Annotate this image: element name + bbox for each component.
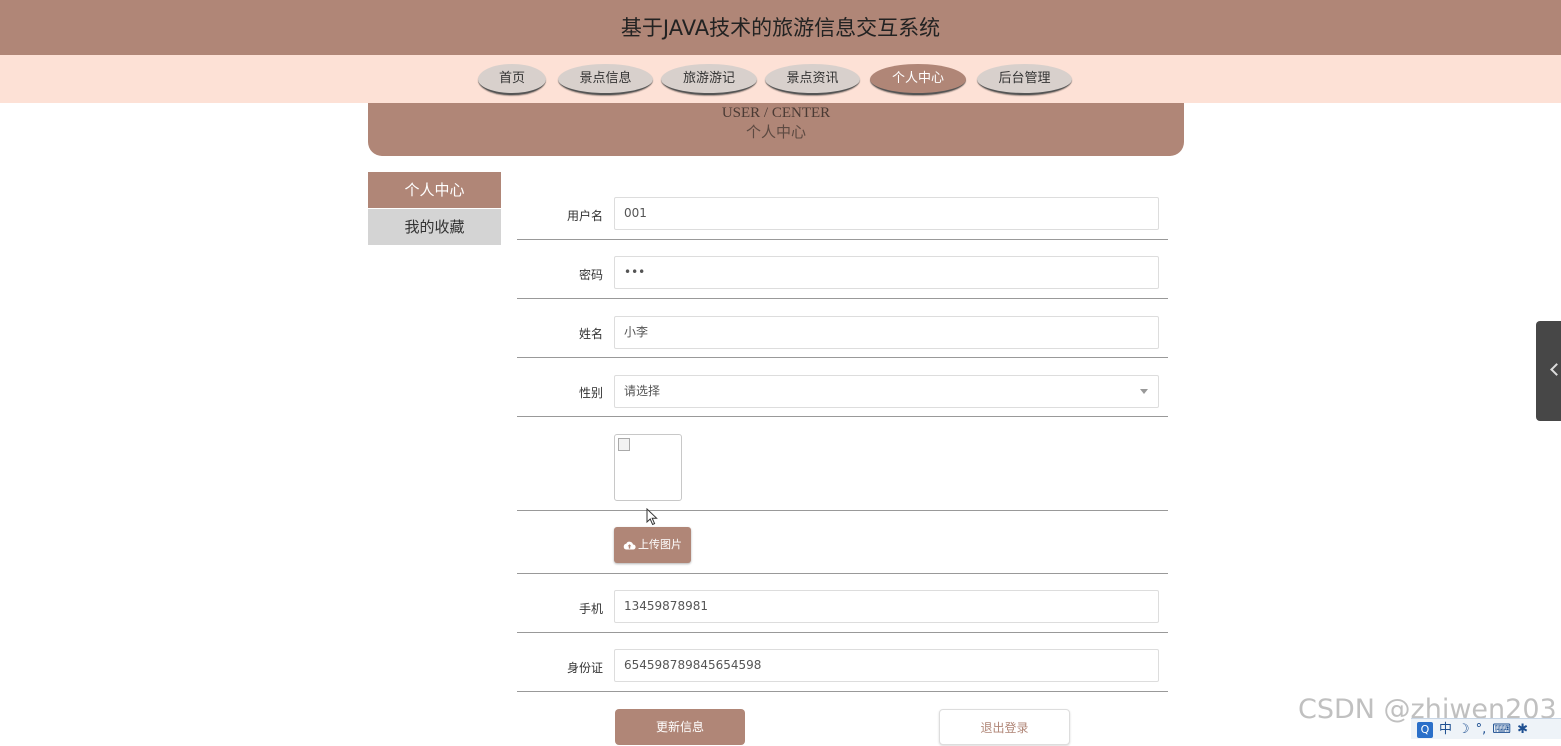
id-card-row: 身份证 654598789845654598 bbox=[517, 633, 1168, 692]
update-info-button[interactable]: 更新信息 bbox=[615, 709, 745, 745]
name-input[interactable]: 小李 bbox=[614, 316, 1159, 349]
logout-button[interactable]: 退出登录 bbox=[939, 709, 1070, 745]
moon-icon[interactable]: ☽ bbox=[1458, 719, 1470, 740]
upload-image-button[interactable]: 上传图片 bbox=[614, 527, 691, 563]
settings-icon[interactable]: ✱ bbox=[1517, 719, 1528, 740]
password-input[interactable]: ••• bbox=[614, 256, 1159, 289]
avatar-row bbox=[517, 417, 1168, 511]
password-label: 密码 bbox=[578, 268, 603, 282]
chevron-down-icon bbox=[1140, 389, 1148, 394]
sidebar-item-personal-center[interactable]: 个人中心 bbox=[368, 172, 501, 208]
nav-item-home[interactable]: 首页 bbox=[478, 64, 546, 95]
id-card-label: 身份证 bbox=[566, 661, 603, 675]
nav-item-admin[interactable]: 后台管理 bbox=[977, 64, 1072, 95]
nav-item-attraction-news[interactable]: 景点资讯 bbox=[765, 64, 860, 95]
username-label: 用户名 bbox=[566, 209, 603, 223]
gender-select-placeholder: 请选择 bbox=[624, 384, 661, 398]
upload-image-label: 上传图片 bbox=[638, 538, 682, 551]
phone-row: 手机 13459878981 bbox=[517, 574, 1168, 633]
gender-label: 性别 bbox=[578, 386, 603, 400]
gender-row: 性别 请选择 bbox=[517, 358, 1168, 417]
banner-title-cn: 个人中心 bbox=[745, 125, 806, 141]
main-nav: 首页 景点信息 旅游游记 景点资讯 个人中心 后台管理 bbox=[0, 55, 1561, 103]
broken-image-icon bbox=[618, 438, 630, 451]
mouse-cursor-icon bbox=[646, 508, 658, 526]
password-row: 密码 ••• bbox=[517, 240, 1168, 299]
chevron-left-icon bbox=[1550, 363, 1561, 376]
id-card-input[interactable]: 654598789845654598 bbox=[614, 649, 1159, 682]
gender-select[interactable]: 请选择 bbox=[614, 375, 1159, 408]
username-row: 用户名 001 bbox=[517, 196, 1168, 240]
punctuation-icon[interactable]: °, bbox=[1476, 719, 1487, 740]
name-row: 姓名 小李 bbox=[517, 299, 1168, 358]
keyboard-icon[interactable]: ⌨ bbox=[1492, 719, 1511, 740]
upload-row: 上传图片 bbox=[517, 511, 1168, 574]
cloud-upload-icon bbox=[623, 541, 636, 550]
sidebar-item-favorites[interactable]: 我的收藏 bbox=[368, 209, 501, 245]
nav-item-attractions[interactable]: 景点信息 bbox=[558, 64, 653, 95]
side-panel-toggle[interactable] bbox=[1536, 321, 1561, 421]
site-title: 基于JAVA技术的旅游信息交互系统 bbox=[620, 16, 941, 40]
section-banner: USER / CENTER 个人中心 bbox=[368, 103, 1184, 156]
username-input[interactable]: 001 bbox=[614, 197, 1159, 230]
phone-input[interactable]: 13459878981 bbox=[614, 590, 1159, 623]
ime-mode-label[interactable]: 中 bbox=[1439, 719, 1452, 740]
system-tray: Q 中 ☽ °, ⌨ ✱ bbox=[1411, 718, 1561, 739]
nav-item-personal-center[interactable]: 个人中心 bbox=[870, 64, 966, 95]
name-label: 姓名 bbox=[578, 327, 603, 341]
nav-item-travel-notes[interactable]: 旅游游记 bbox=[661, 64, 757, 95]
ime-logo-icon[interactable]: Q bbox=[1417, 721, 1433, 738]
top-header: 基于JAVA技术的旅游信息交互系统 bbox=[0, 0, 1561, 55]
phone-label: 手机 bbox=[578, 602, 603, 616]
banner-title-en: USER / CENTER bbox=[721, 105, 831, 121]
avatar-preview bbox=[614, 434, 682, 501]
